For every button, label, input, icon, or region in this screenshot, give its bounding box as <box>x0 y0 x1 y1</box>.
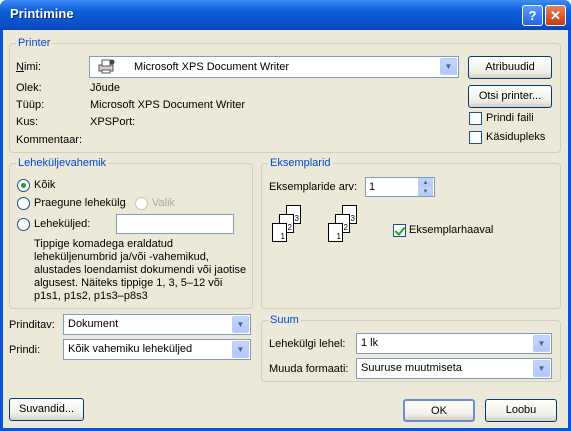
copies-count-value: 1 <box>369 181 376 193</box>
comment-label: Kommentaar: <box>16 134 83 146</box>
ok-button-label: OK <box>431 405 447 417</box>
manual-duplex-checkbox[interactable] <box>469 131 482 144</box>
printer-icon <box>98 59 116 74</box>
print-dialog: Printimine ? ✕ Printer Nimi: Microsoft X… <box>0 0 571 431</box>
range-current-page-label: Praegune lehekülg <box>34 197 126 209</box>
zoom-group-title: Suum <box>268 314 301 326</box>
print-what-label: Prinditav: <box>9 319 55 331</box>
printer-name-value: Microsoft XPS Document Writer <box>134 61 290 73</box>
range-all-radio[interactable] <box>17 179 30 192</box>
where-label: Kus: <box>16 116 39 128</box>
scale-dropdown-arrow[interactable]: ▼ <box>533 360 550 377</box>
pages-per-sheet-value: 1 lk <box>361 337 379 349</box>
copies-spin-up[interactable]: ▲ <box>418 178 433 187</box>
print-pages-label: Prindi: <box>9 344 41 356</box>
options-button-label: Suvandid... <box>18 403 75 415</box>
pages-per-sheet-dropdown-arrow[interactable]: ▼ <box>533 335 550 352</box>
properties-button[interactable]: Atribuudid <box>468 56 552 79</box>
page-range-group-title: Leheküljevahemik <box>16 157 109 169</box>
status-label: Olek: <box>16 82 42 94</box>
printer-dropdown-arrow[interactable]: ▼ <box>440 58 457 75</box>
print-what-dropdown-arrow[interactable]: ▼ <box>232 316 249 333</box>
print-pages-select[interactable]: Kõik vahemiku leheküljed ▼ <box>63 339 251 360</box>
pages-per-sheet-label: Lehekülgi lehel: <box>269 338 346 350</box>
find-printer-button-label: Otsi printer... <box>478 90 542 102</box>
pages-help-line-1: Tippige komadega eraldatud <box>34 238 174 250</box>
range-pages-radio[interactable] <box>17 218 30 231</box>
collate-illustration-set-1: 3 2 1 <box>271 205 311 257</box>
type-value: Microsoft XPS Document Writer <box>90 99 246 111</box>
copies-count-label: Eksemplaride arv: <box>269 181 358 193</box>
scale-select[interactable]: Suuruse muutmiseta ▼ <box>356 358 552 379</box>
chevron-down-icon: ▼ <box>537 364 546 373</box>
chevron-down-icon: ▼ <box>444 62 453 71</box>
chevron-down-icon: ▼ <box>537 339 546 348</box>
dialog-body: Printer Nimi: Microsoft XPS Document Wri… <box>3 30 568 428</box>
print-to-file-checkbox[interactable] <box>469 112 482 125</box>
window-title: Printimine <box>10 6 74 21</box>
pages-help-line-4: algusest. Näiteks tippige 1, 3, 5–12 või <box>34 277 223 289</box>
status-value: Jõude <box>90 82 120 94</box>
print-what-value: Dokument <box>68 318 119 330</box>
pages-input[interactable] <box>116 214 234 234</box>
range-pages-label: Leheküljed: <box>34 218 91 230</box>
ok-button[interactable]: OK <box>403 399 475 422</box>
print-to-file-label: Prindi faili <box>486 112 534 124</box>
find-printer-button[interactable]: Otsi printer... <box>468 85 552 108</box>
help-icon: ? <box>528 8 537 23</box>
print-pages-dropdown-arrow[interactable]: ▼ <box>232 341 249 358</box>
help-button[interactable]: ? <box>522 5 543 26</box>
pages-help-line-5: p1s1, p1s2, p1s3–p8s3 <box>34 290 148 302</box>
copies-group-title: Eksemplarid <box>268 157 333 169</box>
title-bar[interactable]: Printimine ? ✕ <box>0 0 571 30</box>
where-value: XPSPort: <box>90 116 136 128</box>
printer-group-title: Printer <box>16 37 53 49</box>
copies-spin-down[interactable]: ▼ <box>418 187 433 196</box>
options-button[interactable]: Suvandid... <box>9 398 84 421</box>
chevron-up-icon: ▲ <box>422 180 429 186</box>
range-all-label: Kõik <box>34 179 56 191</box>
close-button[interactable]: ✕ <box>545 5 566 26</box>
pages-help-line-2: leheküljenumbrid ja/või -vahemikud, <box>34 251 209 263</box>
scale-label: Muuda formaati: <box>269 363 349 375</box>
range-selection-label: Valik <box>152 197 176 209</box>
pages-per-sheet-select[interactable]: 1 lk ▼ <box>356 333 552 354</box>
print-what-select[interactable]: Dokument ▼ <box>63 314 251 335</box>
page-illustration: 1 <box>272 223 287 242</box>
range-current-page-radio[interactable] <box>17 197 30 210</box>
manual-duplex-label: Käsidupleks <box>486 131 546 143</box>
chevron-down-icon: ▼ <box>422 189 429 195</box>
cancel-button[interactable]: Loobu <box>485 399 557 422</box>
cancel-button-label: Loobu <box>505 404 537 416</box>
printer-name-label: Nimi: <box>16 61 42 73</box>
copies-count-input[interactable]: 1 ▲ ▼ <box>365 177 435 197</box>
range-selection-radio[interactable] <box>135 197 148 210</box>
print-pages-value: Kõik vahemiku leheküljed <box>68 343 193 355</box>
pages-help-line-3: alustades loendamist dokumendi või jaoti… <box>34 264 247 276</box>
chevron-down-icon: ▼ <box>236 345 245 354</box>
close-icon: ✕ <box>550 8 561 23</box>
collate-illustration-set-2: 3 2 1 <box>327 205 367 257</box>
properties-button-label: Atribuudid <box>485 61 535 73</box>
scale-value: Suuruse muutmiseta <box>361 362 462 374</box>
type-label: Tüüp: <box>16 99 45 111</box>
printer-name-select[interactable]: Microsoft XPS Document Writer ▼ <box>89 56 459 78</box>
collate-checkbox[interactable] <box>393 224 406 237</box>
collate-label: Eksemplarhaaval <box>409 224 494 236</box>
page-illustration: 1 <box>328 223 343 242</box>
chevron-down-icon: ▼ <box>236 320 245 329</box>
